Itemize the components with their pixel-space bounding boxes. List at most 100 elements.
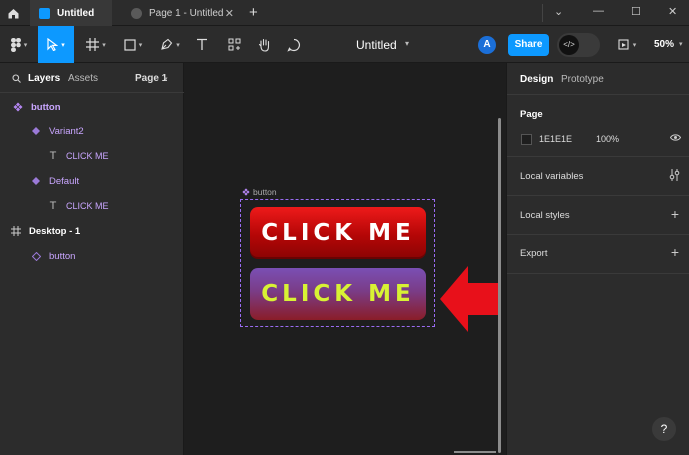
cursor-icon bbox=[47, 38, 59, 51]
chevron-down-icon[interactable]: ▾ bbox=[679, 40, 683, 48]
layer-name: Variant2 bbox=[49, 125, 84, 137]
color-hex[interactable]: 1E1E1E bbox=[539, 134, 572, 144]
section-title: Local variables bbox=[520, 171, 584, 182]
frame-label-text: button bbox=[253, 187, 277, 197]
share-button[interactable]: Share bbox=[508, 34, 549, 56]
section-title: Page bbox=[520, 109, 543, 120]
tab-layers[interactable]: Layers bbox=[28, 73, 60, 84]
frame-icon bbox=[9, 226, 23, 236]
page-selector[interactable]: Page 1 bbox=[135, 73, 167, 84]
move-tool-button[interactable]: ▾ bbox=[38, 26, 74, 63]
tab-label: Untitled bbox=[57, 7, 95, 19]
code-icon: </> bbox=[559, 35, 579, 55]
layer-name: CLICK ME bbox=[66, 151, 109, 161]
button-variant2[interactable]: CLICK ME bbox=[250, 268, 426, 320]
chevron-down-icon[interactable]: ▾ bbox=[405, 39, 409, 48]
variables-icon[interactable] bbox=[669, 169, 680, 184]
close-icon[interactable]: ✕ bbox=[225, 7, 234, 20]
properties-panel: Design Prototype Page 1E1E1E 100% Local … bbox=[506, 63, 689, 455]
layer-name: button bbox=[31, 101, 61, 113]
chevron-down-icon[interactable]: ▾ bbox=[164, 75, 168, 83]
button-text: CLICK ME bbox=[261, 220, 415, 246]
chevron-down-icon: ▾ bbox=[138, 41, 143, 49]
layer-name: CLICK ME bbox=[66, 201, 109, 211]
document-title[interactable]: Untitled bbox=[356, 38, 397, 52]
divider bbox=[542, 4, 543, 22]
canvas[interactable]: button CLICK ME CLICK ME bbox=[185, 63, 505, 455]
comment-icon bbox=[287, 38, 300, 52]
plus-icon[interactable]: + bbox=[671, 244, 679, 260]
minimize-icon[interactable]: — bbox=[593, 5, 604, 17]
tab-prototype[interactable]: Prototype bbox=[561, 74, 604, 85]
right-panel-tabs: Design Prototype bbox=[507, 63, 689, 95]
local-variables-section: Local variables bbox=[507, 158, 689, 196]
tab-page-1[interactable]: Page 1 - Untitled ✕ bbox=[122, 0, 240, 26]
present-button[interactable]: ▾ bbox=[612, 26, 642, 63]
home-icon[interactable] bbox=[0, 0, 26, 26]
eye-icon[interactable] bbox=[669, 133, 682, 145]
play-icon bbox=[131, 7, 142, 19]
main-menu-button[interactable]: ▾ bbox=[4, 26, 34, 63]
file-icon bbox=[39, 7, 50, 19]
vertical-scrollbar[interactable] bbox=[498, 118, 501, 453]
section-title: Export bbox=[520, 248, 548, 259]
frame-tool-button[interactable]: ▾ bbox=[80, 26, 112, 63]
chevron-down-icon[interactable]: ⌄ bbox=[554, 5, 563, 18]
layer-row[interactable]: button bbox=[0, 244, 184, 268]
horizontal-scrollbar[interactable] bbox=[454, 451, 496, 453]
layers-panel: Layers Assets Page 1 ▾ button Variant2 T… bbox=[0, 63, 184, 455]
shape-tool-button[interactable]: ▾ bbox=[117, 26, 149, 63]
section-title: Local styles bbox=[520, 210, 570, 221]
pen-icon bbox=[161, 38, 173, 50]
tab-assets[interactable]: Assets bbox=[68, 73, 98, 84]
export-section: Export + bbox=[507, 236, 689, 274]
chevron-down-icon: ▾ bbox=[23, 41, 28, 49]
text-tool-button[interactable] bbox=[190, 26, 214, 63]
hand-icon bbox=[258, 38, 269, 52]
help-button[interactable]: ? bbox=[652, 417, 676, 441]
resources-button[interactable] bbox=[222, 26, 246, 63]
layer-row[interactable]: Default bbox=[0, 169, 184, 193]
layer-row[interactable]: Desktop - 1 bbox=[0, 219, 184, 243]
component-set-icon bbox=[11, 102, 25, 112]
new-tab-icon[interactable]: + bbox=[249, 4, 258, 21]
button-text: CLICK ME bbox=[261, 281, 415, 307]
tab-design[interactable]: Design bbox=[520, 74, 553, 85]
dev-mode-toggle[interactable]: </> bbox=[557, 33, 600, 57]
button-default[interactable]: CLICK ME bbox=[250, 207, 426, 259]
close-window-icon[interactable]: ✕ bbox=[668, 5, 677, 18]
variant-icon bbox=[29, 127, 43, 135]
tab-untitled[interactable]: Untitled bbox=[30, 0, 112, 26]
comment-tool-button[interactable] bbox=[282, 26, 306, 63]
search-icon[interactable] bbox=[12, 74, 21, 86]
chevron-down-icon: ▾ bbox=[102, 41, 106, 49]
frame-icon bbox=[86, 38, 100, 51]
components-icon bbox=[228, 38, 240, 51]
layer-row[interactable]: T CLICK ME bbox=[0, 144, 184, 168]
layer-name: Desktop - 1 bbox=[29, 225, 81, 237]
chevron-down-icon: ▾ bbox=[632, 41, 637, 49]
layer-row[interactable]: button bbox=[0, 95, 184, 119]
color-swatch[interactable] bbox=[521, 134, 532, 145]
page-section: Page 1E1E1E 100% bbox=[507, 96, 689, 157]
title-bar: Untitled Page 1 - Untitled ✕ + ⌄ — ☐ ✕ bbox=[0, 0, 689, 26]
plus-icon[interactable]: + bbox=[671, 206, 679, 222]
pen-tool-button[interactable]: ▾ bbox=[154, 26, 186, 63]
text-layer-icon: T bbox=[49, 150, 57, 162]
left-panel-tabs: Layers Assets Page 1 ▾ bbox=[0, 63, 184, 93]
layer-row[interactable]: Variant2 bbox=[0, 119, 184, 143]
zoom-level[interactable]: 50% bbox=[654, 39, 674, 50]
layer-name: Default bbox=[49, 175, 80, 187]
local-styles-section: Local styles + bbox=[507, 197, 689, 235]
avatar[interactable]: A bbox=[478, 36, 496, 54]
present-icon bbox=[618, 38, 629, 50]
component-set-icon bbox=[242, 188, 250, 196]
opacity-value[interactable]: 100% bbox=[596, 134, 619, 144]
figma-logo-icon bbox=[10, 37, 21, 52]
maximize-icon[interactable]: ☐ bbox=[631, 5, 641, 18]
layer-row[interactable]: T CLICK ME bbox=[0, 194, 184, 218]
text-icon bbox=[197, 38, 207, 50]
hand-tool-button[interactable] bbox=[252, 26, 276, 63]
chevron-down-icon: ▾ bbox=[176, 41, 180, 49]
frame-label[interactable]: button bbox=[242, 187, 277, 197]
